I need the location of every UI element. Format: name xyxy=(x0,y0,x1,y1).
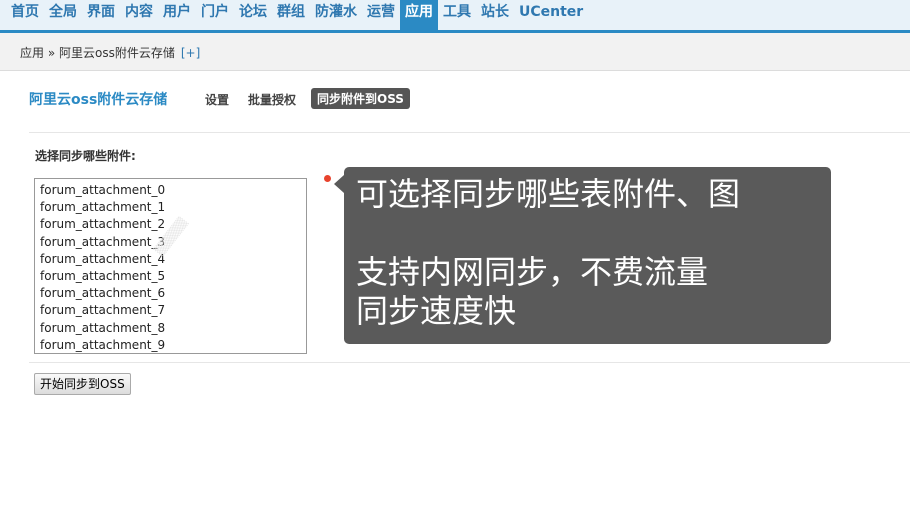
nav-item-portal[interactable]: 门户 xyxy=(196,0,234,30)
list-option[interactable]: forum_attachment_1 xyxy=(40,199,301,216)
list-option[interactable]: forum_attachment_4 xyxy=(40,251,301,268)
list-option[interactable]: forum_attachment_3 xyxy=(40,234,301,251)
list-option[interactable]: forum_attachment_2 xyxy=(40,216,301,233)
add-shortcut-link[interactable]: [+] xyxy=(181,46,200,60)
annotation-callout: 可选择同步哪些表附件、图 支持内网同步，不费流量 同步速度快 xyxy=(334,167,831,344)
divider xyxy=(29,362,910,363)
tab-batch-authorize[interactable]: 批量授权 xyxy=(248,91,296,108)
list-option[interactable]: forum_attachment_7 xyxy=(40,302,301,319)
nav-item-forum[interactable]: 论坛 xyxy=(234,0,272,30)
nav-item-operation[interactable]: 运营 xyxy=(362,0,400,30)
list-option[interactable]: forum_attachment_8 xyxy=(40,320,301,337)
nav-item-founder[interactable]: 站长 xyxy=(476,0,514,30)
nav-item-content[interactable]: 内容 xyxy=(120,0,158,30)
breadcrumb-bar: 应用 » 阿里云oss附件云存储 [+] xyxy=(0,33,910,71)
annotation-marker-dot xyxy=(324,175,331,182)
top-nav: 首页 全局 界面 内容 用户 门户 论坛 群组 防灌水 运营 应用 工具 站长 … xyxy=(0,0,910,33)
breadcrumb-text: 应用 » 阿里云oss附件云存储 xyxy=(20,46,175,60)
nav-item-tools[interactable]: 工具 xyxy=(438,0,476,30)
nav-item-global[interactable]: 全局 xyxy=(44,0,82,30)
nav-item-style[interactable]: 界面 xyxy=(82,0,120,30)
nav-item-user[interactable]: 用户 xyxy=(158,0,196,30)
tab-settings[interactable]: 设置 xyxy=(205,91,229,108)
attachment-table-select[interactable]: forum_attachment_0 forum_attachment_1 fo… xyxy=(34,178,307,354)
nav-item-group[interactable]: 群组 xyxy=(272,0,310,30)
top-nav-items: 首页 全局 界面 内容 用户 门户 论坛 群组 防灌水 运营 应用 工具 站长 … xyxy=(0,0,910,30)
nav-item-home[interactable]: 首页 xyxy=(6,0,44,30)
nav-item-ucenter[interactable]: UCenter xyxy=(514,0,588,30)
list-option[interactable]: forum_attachment_0 xyxy=(40,182,301,199)
start-sync-button[interactable]: 开始同步到OSS xyxy=(34,373,131,395)
breadcrumb: 应用 » 阿里云oss附件云存储 [+] xyxy=(20,44,200,61)
tab-sync-to-oss[interactable]: 同步附件到OSS xyxy=(311,88,410,109)
list-option[interactable]: forum_attachment_6 xyxy=(40,285,301,302)
list-option[interactable]: forum_attachment_5 xyxy=(40,268,301,285)
nav-item-antispam[interactable]: 防灌水 xyxy=(310,0,362,30)
nav-item-apps[interactable]: 应用 xyxy=(400,0,438,30)
list-option[interactable]: forum_attachment_9 xyxy=(40,337,301,354)
divider xyxy=(29,132,910,133)
select-attachments-label: 选择同步哪些附件: xyxy=(35,149,136,163)
plugin-title: 阿里云oss附件云存储 xyxy=(29,92,168,108)
